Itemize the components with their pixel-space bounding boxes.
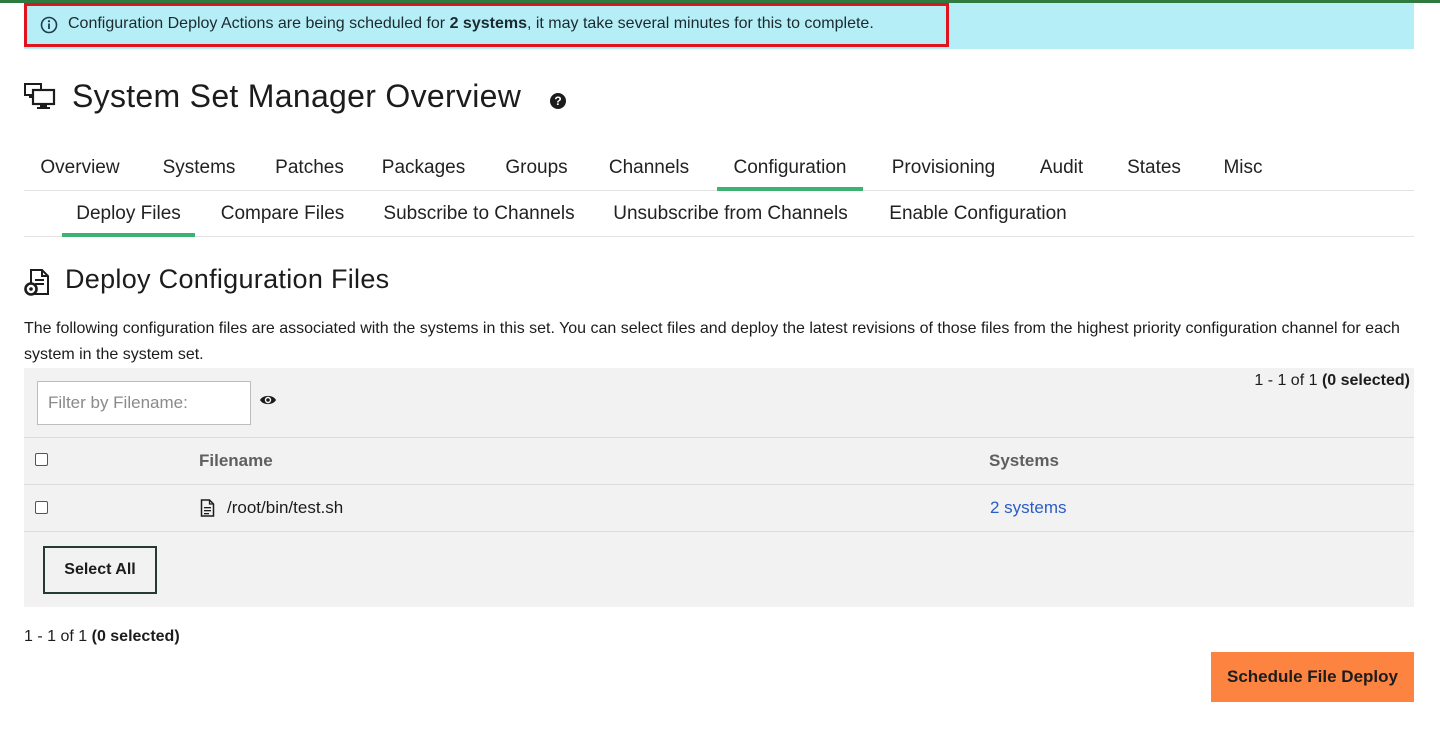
alert-message: Configuration Deploy Actions are being s…: [68, 15, 874, 33]
main-tabs: Overview Systems Patches Packages Groups…: [24, 146, 1414, 191]
pager-bottom: 1 - 1 of 1 (0 selected): [24, 628, 180, 646]
pager-range: 1 - 1 of 1: [24, 628, 88, 645]
divider: [24, 437, 1414, 438]
filename-filter-input[interactable]: [37, 381, 251, 425]
tab-provisioning[interactable]: Provisioning: [876, 146, 1011, 190]
pager-range: 1 - 1 of 1: [1254, 372, 1318, 389]
alert-text-prefix: Configuration Deploy Actions are being s…: [68, 15, 450, 32]
tab-misc[interactable]: Misc: [1209, 146, 1277, 190]
section-title: Deploy Configuration Files: [65, 264, 390, 294]
subtab-unsubscribe-channels[interactable]: Unsubscribe from Channels: [601, 192, 860, 236]
column-header-systems[interactable]: Systems: [989, 451, 1059, 471]
divider: [24, 531, 1414, 532]
tab-patches[interactable]: Patches: [262, 146, 357, 190]
pager-top: 1 - 1 of 1 (0 selected): [1254, 372, 1410, 390]
info-circle-icon: [40, 16, 58, 34]
info-alert: Configuration Deploy Actions are being s…: [24, 3, 1414, 49]
alert-text-suffix: , it may take several minutes for this t…: [526, 15, 874, 32]
file-text-icon: [200, 499, 215, 517]
page-title: System Set Manager Overview: [72, 78, 522, 114]
files-table: 1 - 1 of 1 (0 selected) Filename Systems…: [24, 368, 1414, 607]
tab-states[interactable]: States: [1112, 146, 1196, 190]
tab-packages[interactable]: Packages: [370, 146, 477, 190]
file-gear-icon: [24, 269, 49, 296]
help-icon[interactable]: ?: [550, 93, 566, 109]
row-systems-link[interactable]: 2 systems: [990, 498, 1067, 518]
pager-selected: (0 selected): [91, 628, 180, 645]
schedule-file-deploy-button[interactable]: Schedule File Deploy: [1211, 652, 1414, 702]
tab-overview[interactable]: Overview: [24, 146, 136, 190]
alert-text-bold: 2 systems: [449, 15, 527, 32]
tab-systems[interactable]: Systems: [150, 146, 248, 190]
eye-icon[interactable]: [259, 393, 277, 407]
desktop-systems-icon: [24, 83, 56, 109]
subtab-subscribe-channels[interactable]: Subscribe to Channels: [372, 192, 586, 236]
tab-groups[interactable]: Groups: [490, 146, 583, 190]
tab-audit[interactable]: Audit: [1025, 146, 1098, 190]
subtab-compare-files[interactable]: Compare Files: [209, 192, 356, 236]
sub-tabs: Deploy Files Compare Files Subscribe to …: [24, 192, 1414, 237]
tab-configuration[interactable]: Configuration: [717, 146, 863, 191]
divider: [24, 484, 1414, 485]
row-filename: /root/bin/test.sh: [227, 498, 344, 517]
column-header-filename[interactable]: Filename: [199, 451, 273, 471]
section-description: The following configuration files are as…: [24, 320, 1400, 363]
row-checkbox[interactable]: [35, 501, 48, 514]
subtab-deploy-files[interactable]: Deploy Files: [62, 192, 195, 237]
select-all-button[interactable]: Select All: [43, 546, 157, 594]
select-all-checkbox[interactable]: [35, 453, 48, 466]
pager-selected: (0 selected): [1321, 372, 1410, 389]
tab-channels[interactable]: Channels: [596, 146, 702, 190]
subtab-enable-configuration[interactable]: Enable Configuration: [875, 192, 1081, 236]
